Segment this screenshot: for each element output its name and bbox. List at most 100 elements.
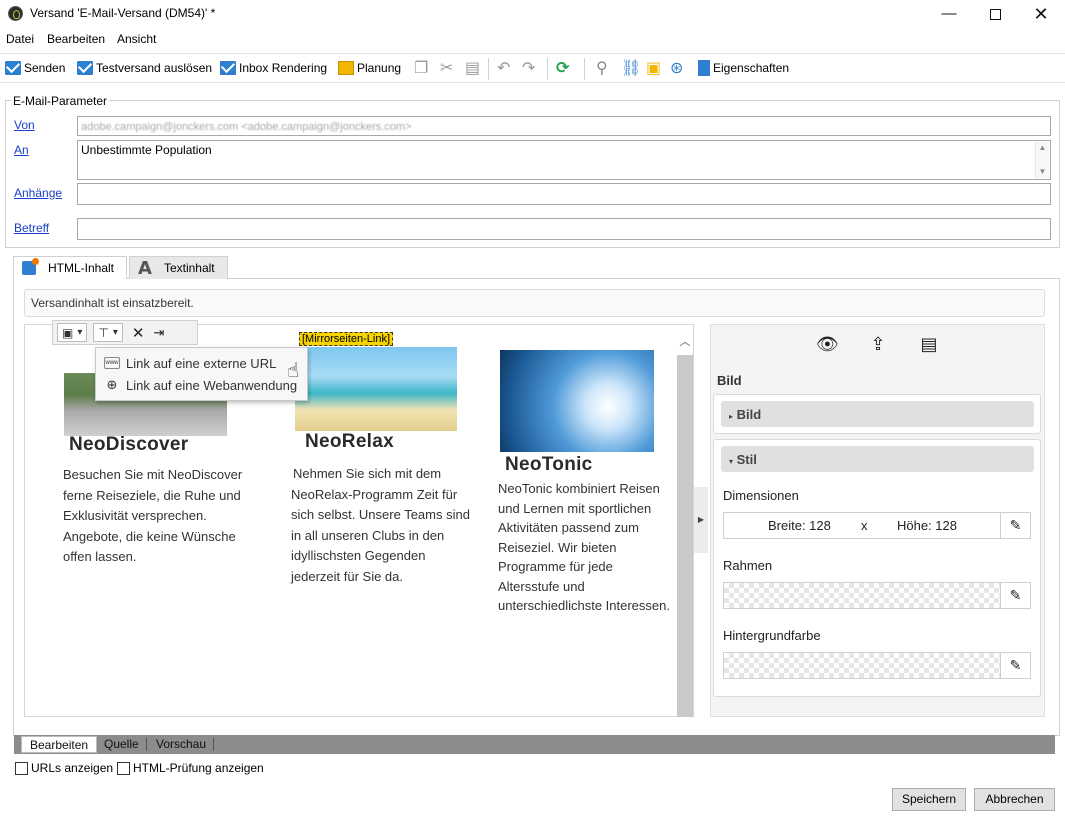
article-line: Aktivitäten passend zum [498, 520, 639, 535]
test-send-button[interactable]: Testversand auslösen [77, 58, 212, 78]
article-line: Nehmen Sie sich mit dem [293, 466, 442, 481]
show-urls-checkbox[interactable] [15, 762, 28, 775]
article-image-neotonic[interactable] [500, 350, 654, 452]
image-icon: ▣ [62, 325, 74, 340]
paste-icon[interactable]: ▤ [465, 58, 480, 78]
tab-edit[interactable]: Bearbeiten [21, 736, 98, 753]
article-line: in all unseren Clubs in den [291, 527, 445, 543]
calendar-icon [338, 61, 354, 75]
article-line: idyllischsten Gegenden [291, 548, 426, 563]
pencil-icon: ✎ [1009, 657, 1022, 673]
article-line: und Lernen mit sportlichen [498, 500, 652, 516]
cut-icon[interactable]: ✂ [440, 58, 453, 78]
upload-document-icon[interactable]: ⇪ [867, 334, 889, 358]
from-link[interactable]: Von [14, 118, 35, 132]
editor-scrollbar[interactable] [677, 325, 693, 717]
show-html-check-checkbox[interactable] [117, 762, 130, 775]
edit-border-button[interactable]: ✎ [1001, 582, 1031, 609]
insert-link-button[interactable]: ⊤ ▾ [93, 323, 123, 342]
tab-html-content[interactable]: HTML-Inhalt [13, 256, 127, 279]
article-image-neorelax[interactable] [295, 347, 457, 431]
inbox-rendering-icon [220, 61, 236, 75]
redo-icon[interactable]: ↷ [522, 58, 535, 78]
scroll-up-icon[interactable]: ︿ [677, 325, 693, 355]
insert-image-button[interactable]: ▣ ▾ [57, 323, 88, 342]
border-label: Rahmen [723, 558, 773, 573]
inbox-rendering-button[interactable]: Inbox Rendering [220, 58, 327, 78]
planning-button[interactable]: Planung [338, 58, 401, 78]
subject-field[interactable] [77, 218, 1051, 240]
attachments-field[interactable] [77, 183, 1051, 205]
tab-html-label: HTML-Inhalt [48, 261, 115, 275]
article-line: NeoRelax-Programm Zeit für [291, 486, 458, 502]
article-line: Programme für jede [498, 559, 613, 574]
subject-link[interactable]: Betreff [14, 221, 49, 235]
gift-icon[interactable]: ▣ [646, 58, 661, 78]
planning-label: Planung [357, 61, 402, 75]
menu-item-label: Link auf eine Webanwendung [126, 377, 298, 393]
tab-separator [213, 738, 214, 751]
from-field[interactable]: adobe.campaign@jonckers.com <adobe.campa… [77, 116, 1051, 136]
background-color-field[interactable] [723, 652, 1001, 679]
article-line: unterschiedlichste Interessen. [498, 598, 670, 613]
properties-icon [698, 60, 710, 76]
dimensions-label: Dimensionen [723, 488, 799, 503]
style-section-header[interactable]: ▾ Stil [721, 446, 1034, 472]
menu-bearbeiten[interactable]: Bearbeiten [47, 32, 105, 46]
eye-icon[interactable]: 👁 [816, 334, 839, 358]
minimize-button[interactable]: — [926, 0, 972, 28]
save-button[interactable]: Speichern [892, 788, 966, 811]
dimension-separator: x [861, 518, 868, 533]
image-section-label: Bild [736, 407, 762, 422]
status-message: Versandinhalt ist einsatzbereit. [24, 289, 1045, 317]
delete-icon[interactable]: ✕ [129, 324, 148, 342]
menu-item-web-application[interactable]: ⊕ Link auf eine Webanwendung [104, 375, 298, 395]
to-field[interactable]: Unbestimmte Population ▲ ▼ [77, 140, 1051, 180]
image-section-header[interactable]: ▸ Bild [721, 401, 1034, 427]
to-link[interactable]: An [14, 143, 29, 157]
border-field[interactable] [723, 582, 1001, 609]
dimensions-field[interactable]: Breite: 128 x Höhe: 128 [723, 512, 1001, 539]
tab-preview[interactable]: Vorschau [148, 736, 214, 753]
copy-icon[interactable]: ❐ [414, 58, 428, 78]
pencil-icon: ✎ [1009, 587, 1022, 603]
tab-text-label: Textinhalt [163, 261, 215, 275]
attachment-icon[interactable]: ⚲ [596, 58, 608, 78]
toolbar-separator [488, 58, 489, 80]
test-send-icon [77, 61, 93, 75]
to-field-scrollbar[interactable]: ▲ ▼ [1035, 142, 1049, 178]
undo-icon[interactable]: ↶ [497, 58, 510, 78]
link-icon[interactable]: ⛓ [621, 58, 641, 78]
cancel-button[interactable]: Abbrechen [974, 788, 1055, 811]
tab-text-content[interactable]: A Textinhalt [129, 256, 228, 279]
article-line: sich selbst. Unsere Teams sind [291, 507, 470, 522]
menu-ansicht[interactable]: Ansicht [117, 32, 156, 46]
refresh-icon[interactable]: ⟳ [556, 58, 569, 78]
pencil-icon: ✎ [1009, 517, 1022, 533]
caret-right-icon: ▸ [729, 412, 734, 421]
article-title: NeoTonic [505, 454, 593, 475]
panel-collapse-handle[interactable]: ▶ [694, 487, 708, 553]
article-text: Besuchen Sie mit NeoDiscover ferne Reise… [63, 465, 273, 568]
article-line: Angebote, die keine Wünsche [63, 528, 236, 544]
editor-context-toolbar: ▣ ▾ ⊤ ▾ ✕ ⇥ [52, 320, 198, 345]
close-button[interactable]: ✕ [1018, 0, 1064, 28]
properties-button[interactable]: Eigenschaften [698, 58, 789, 78]
send-label: Senden [24, 61, 66, 75]
article-title: NeoDiscover [69, 434, 189, 455]
menu-datei[interactable]: Datei [6, 32, 34, 46]
article-line: offen lassen. [63, 549, 137, 564]
inbox-rendering-label: Inbox Rendering [239, 61, 328, 75]
test-send-label: Testversand auslösen [96, 61, 213, 75]
save-document-icon[interactable]: ▤ [918, 334, 940, 358]
edit-background-button[interactable]: ✎ [1001, 652, 1031, 679]
tab-source[interactable]: Quelle [96, 736, 147, 753]
exit-icon[interactable]: ⇥ [153, 325, 164, 341]
maximize-button[interactable] [972, 0, 1018, 28]
edit-dimensions-button[interactable]: ✎ [1001, 512, 1031, 539]
attachments-link[interactable]: Anhänge [14, 186, 62, 200]
tracking-icon[interactable]: ⊛ [670, 58, 683, 78]
mirror-page-link[interactable]: [Mirrorseiten-Link] [299, 332, 394, 346]
send-button[interactable]: Senden [5, 58, 65, 78]
menu-item-external-url[interactable]: www Link auf eine externe URL [104, 353, 276, 373]
